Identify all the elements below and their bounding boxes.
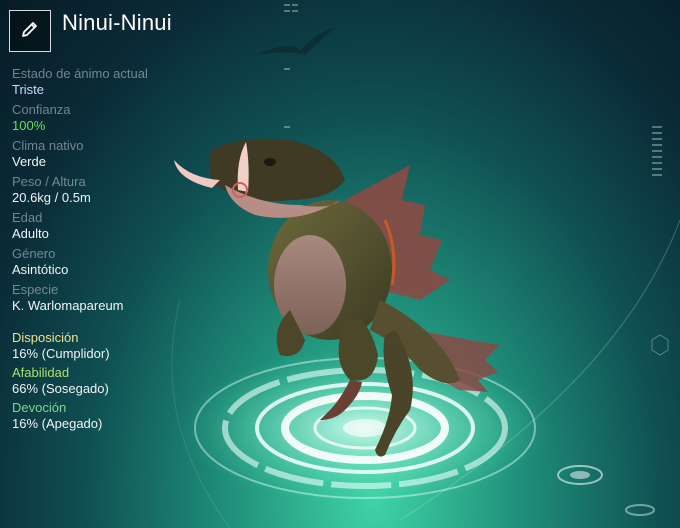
- decor-marks: [284, 4, 298, 128]
- stat-gender: Género Asintótico: [12, 246, 212, 278]
- stat-value: Adulto: [12, 226, 49, 241]
- decor-bird-silhouette: [255, 28, 335, 55]
- stat-label: Peso / Altura: [12, 174, 86, 189]
- stat-mood: Estado de ánimo actual Triste: [12, 66, 212, 98]
- stat-weight-height: Peso / Altura 20.6kg / 0.5m: [12, 174, 212, 206]
- stat-label: Estado de ánimo actual: [12, 66, 148, 81]
- stat-value: K. Warlomapareum: [12, 298, 124, 313]
- stat-value: 20.6kg / 0.5m: [12, 190, 91, 205]
- stat-trust: Confianza 100%: [12, 102, 212, 134]
- stat-label: Especie: [12, 282, 59, 297]
- stat-value: Triste: [12, 82, 45, 97]
- stat-value: Verde: [12, 154, 46, 169]
- trait-label: Disposición: [12, 330, 79, 345]
- stat-value: Asintótico: [12, 262, 69, 277]
- stat-label: Clima nativo: [12, 138, 84, 153]
- stat-age: Edad Adulto: [12, 210, 212, 242]
- stat-climate: Clima nativo Verde: [12, 138, 212, 170]
- creature-traits: Disposición 16% (Cumplidor) Afabilidad 6…: [12, 330, 110, 435]
- trait-affability: Afabilidad 66% (Sosegado): [12, 365, 110, 397]
- creature-stats: Estado de ánimo actual Triste Confianza …: [12, 66, 212, 318]
- pencil-icon: [20, 19, 40, 44]
- trait-value: 66% (Sosegado): [12, 381, 109, 396]
- stat-label: Edad: [12, 210, 43, 225]
- stat-label: Género: [12, 246, 56, 261]
- trait-value: 16% (Cumplidor): [12, 346, 110, 361]
- trait-disposition: Disposición 16% (Cumplidor): [12, 330, 110, 362]
- trait-label: Devoción: [12, 400, 67, 415]
- edit-name-button[interactable]: [9, 10, 51, 52]
- creature-name: Ninui-Ninui: [62, 10, 172, 35]
- holo-platform: [180, 350, 655, 516]
- trait-label: Afabilidad: [12, 365, 70, 380]
- decor-hexagon: [651, 334, 669, 356]
- trait-devotion: Devoción 16% (Apegado): [12, 400, 110, 432]
- trait-value: 16% (Apegado): [12, 416, 103, 431]
- stat-label: Confianza: [12, 102, 71, 117]
- decor-bars: [652, 126, 662, 176]
- stat-value: 100%: [12, 118, 46, 133]
- stat-species: Especie K. Warlomapareum: [12, 282, 212, 314]
